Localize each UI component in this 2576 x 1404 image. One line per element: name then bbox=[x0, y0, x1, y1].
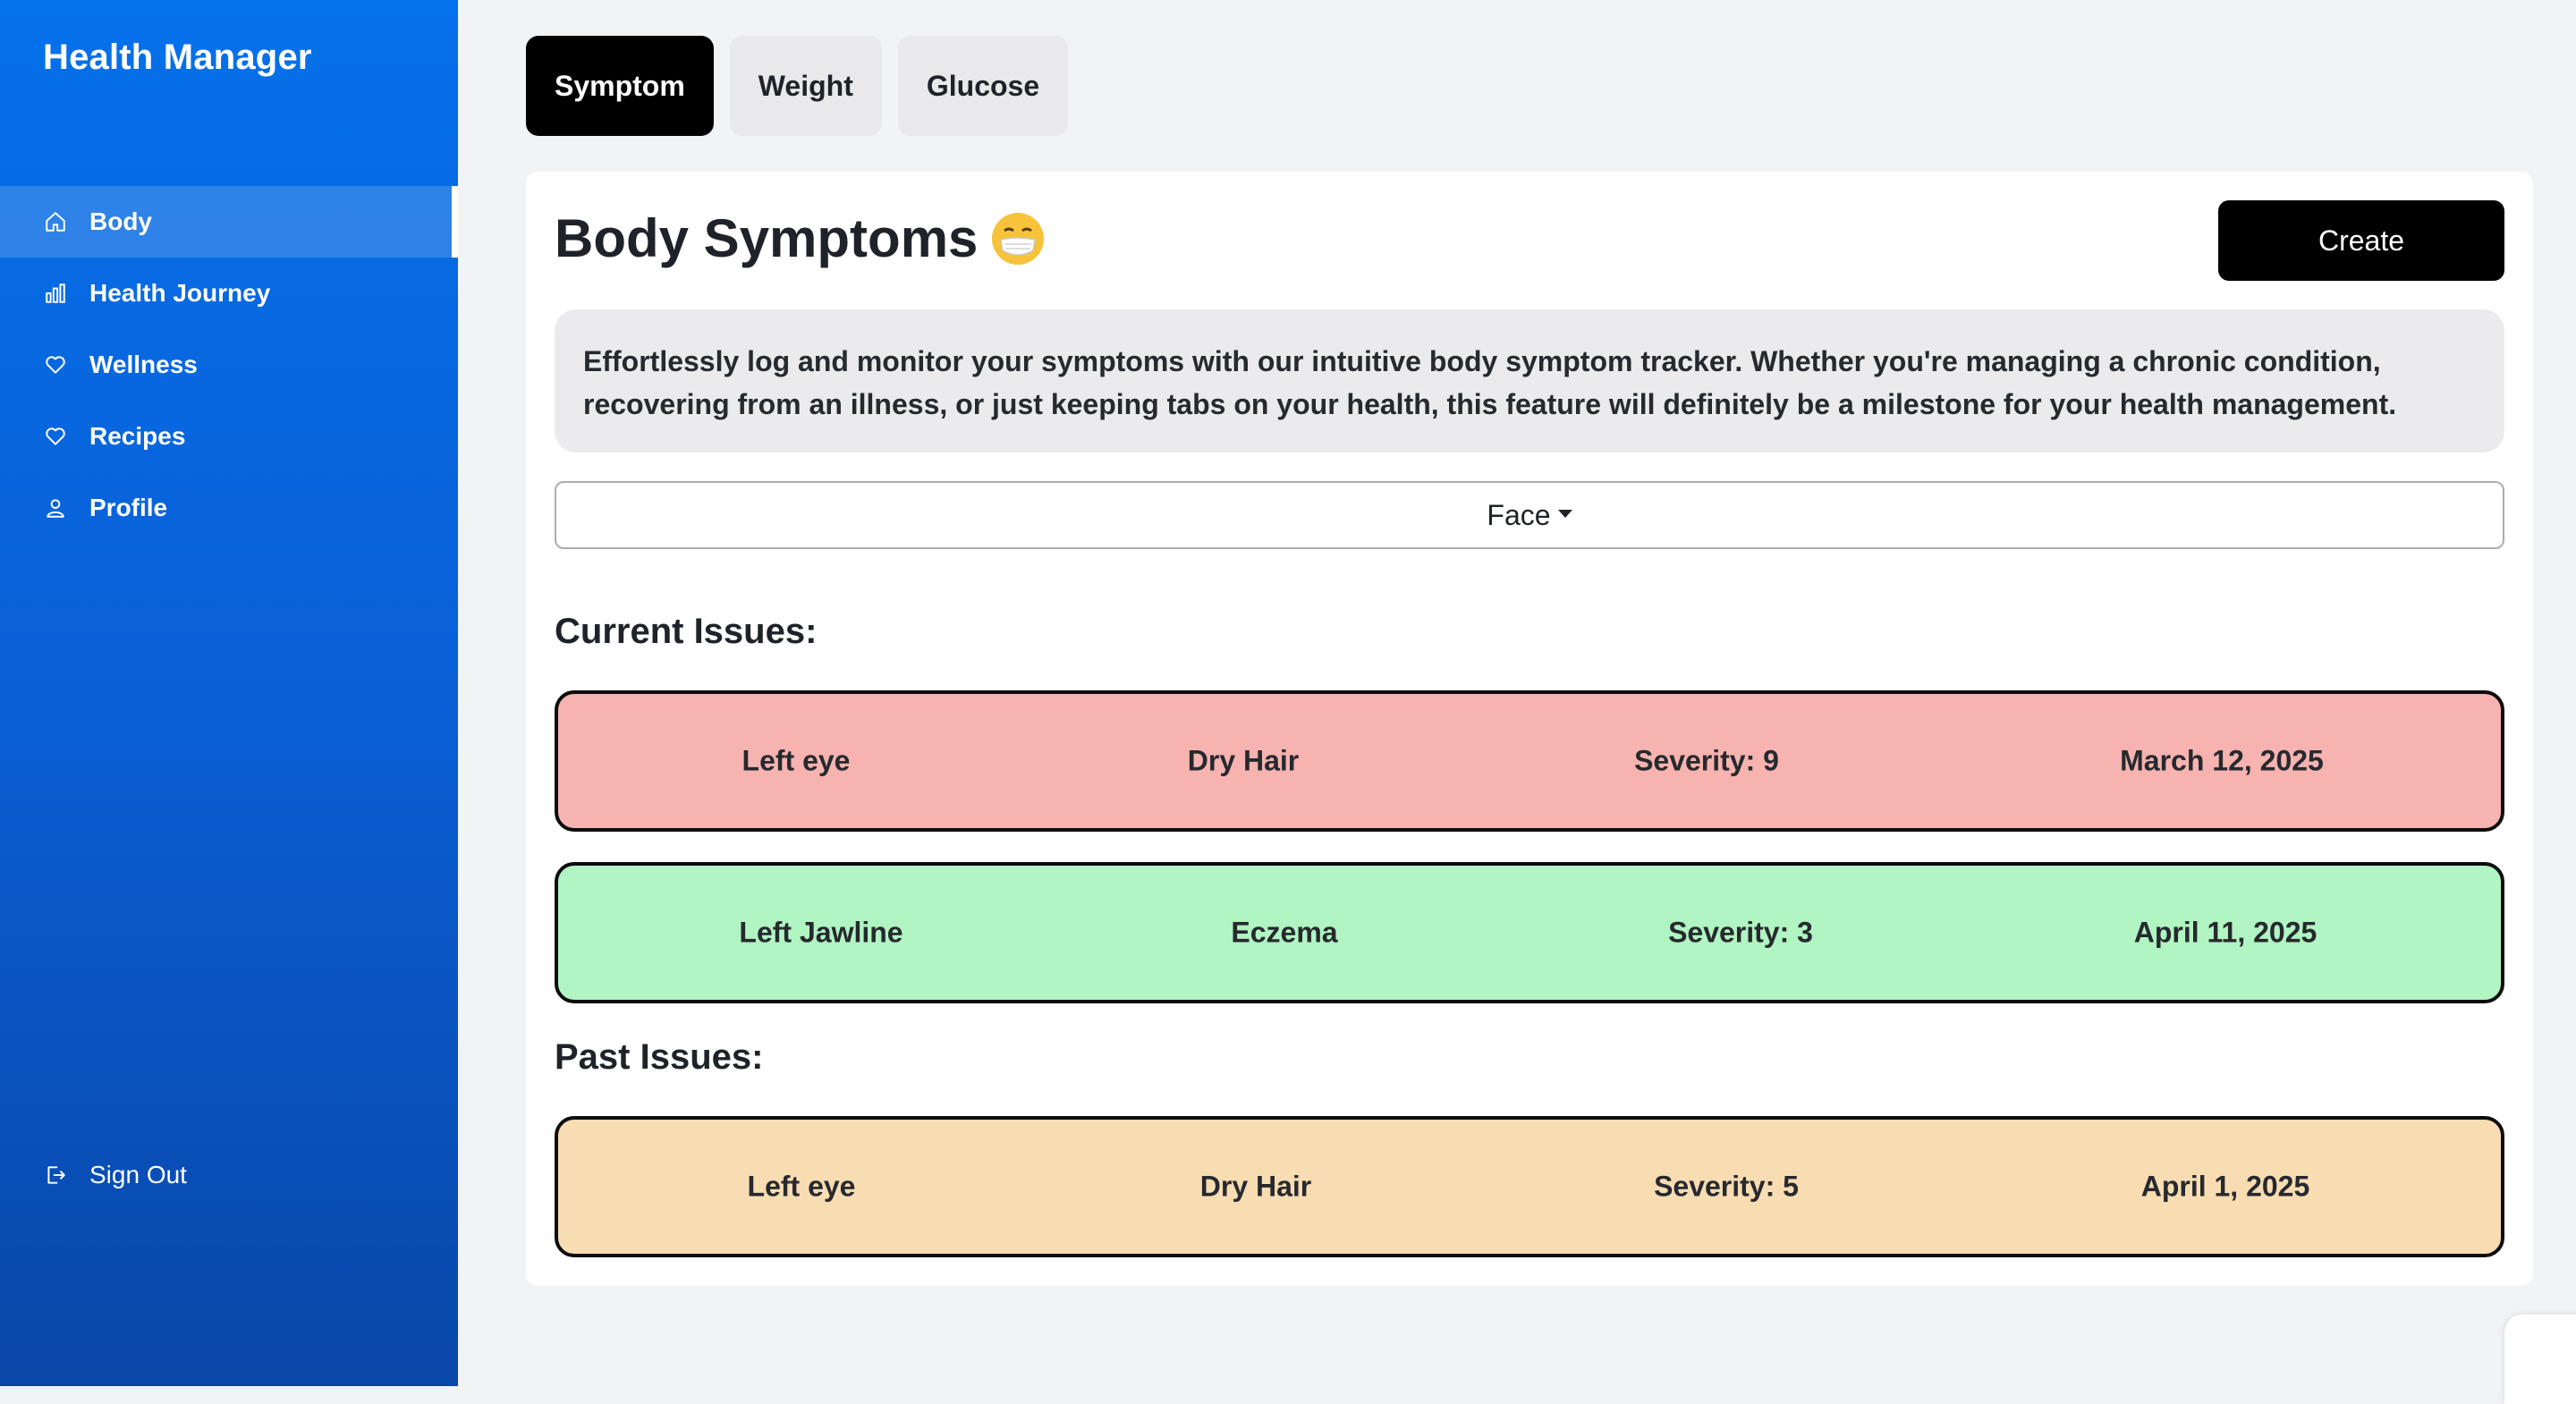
sidebar-item-recipes[interactable]: Recipes bbox=[0, 401, 458, 472]
bar-chart-icon bbox=[43, 281, 68, 306]
sidebar-item-label: Health Journey bbox=[89, 279, 271, 307]
face-with-medical-mask-icon bbox=[992, 212, 1045, 265]
issue-card[interactable]: Left eye Dry Hair Severity: 9 March 12, … bbox=[555, 690, 2504, 832]
heart-icon bbox=[43, 352, 68, 377]
sidebar-item-body[interactable]: Body bbox=[0, 186, 458, 258]
symptoms-card: Body Symptoms Create Effortlessly log an… bbox=[526, 172, 2533, 1286]
issue-card[interactable]: Left eye Dry Hair Severity: 5 April 1, 2… bbox=[555, 1116, 2504, 1257]
issue-date: March 12, 2025 bbox=[2120, 744, 2324, 777]
issue-location: Left eye bbox=[747, 1170, 856, 1203]
current-issues-heading: Current Issues: bbox=[555, 612, 818, 651]
issue-card[interactable]: Left Jawline Eczema Severity: 3 April 11… bbox=[555, 862, 2504, 1003]
create-button[interactable]: Create bbox=[2218, 200, 2504, 281]
home-icon bbox=[43, 209, 68, 234]
body-part-dropdown[interactable]: Face bbox=[555, 481, 2504, 549]
feature-description: Effortlessly log and monitor your sympto… bbox=[555, 309, 2504, 452]
chevron-down-icon bbox=[1557, 509, 1572, 518]
issue-severity: Severity: 3 bbox=[1668, 916, 1813, 949]
sidebar-item-wellness[interactable]: Wellness bbox=[0, 329, 458, 401]
tab-weight[interactable]: Weight bbox=[729, 36, 882, 136]
issue-location: Left Jawline bbox=[739, 916, 903, 949]
sidebar-item-label: Recipes bbox=[89, 422, 186, 450]
issue-symptom: Dry Hair bbox=[1187, 744, 1300, 777]
issue-date: April 11, 2025 bbox=[2133, 916, 2318, 949]
sidebar-item-label: Body bbox=[89, 207, 152, 235]
issue-location: Left eye bbox=[741, 744, 851, 777]
sidebar: Health Manager Body Health Journey Welln… bbox=[0, 0, 458, 1386]
issue-severity: Severity: 9 bbox=[1634, 744, 1779, 777]
sidebar-nav: Body Health Journey Wellness Recipes Pro… bbox=[0, 186, 458, 544]
tab-symptom[interactable]: Symptom bbox=[526, 36, 714, 136]
sign-out-button[interactable]: Sign Out bbox=[43, 1161, 187, 1189]
page-title: Body Symptoms bbox=[555, 207, 1045, 269]
tab-bar: Symptom Weight Glucose bbox=[526, 36, 1069, 136]
issue-date: April 1, 2025 bbox=[2140, 1170, 2310, 1203]
sidebar-item-label: Wellness bbox=[89, 351, 198, 378]
app-title: Health Manager bbox=[43, 38, 312, 77]
sign-out-icon bbox=[43, 1163, 68, 1188]
body-part-selected: Face bbox=[1487, 498, 1551, 531]
user-icon bbox=[43, 495, 68, 520]
issue-severity: Severity: 5 bbox=[1654, 1170, 1799, 1203]
sidebar-item-label: Profile bbox=[89, 494, 168, 521]
issue-symptom: Eczema bbox=[1231, 916, 1338, 949]
heart-icon bbox=[43, 424, 68, 449]
page-title-text: Body Symptoms bbox=[555, 208, 979, 268]
sidebar-item-health-journey[interactable]: Health Journey bbox=[0, 258, 458, 329]
sidebar-item-profile[interactable]: Profile bbox=[0, 472, 458, 544]
issue-symptom: Dry Hair bbox=[1199, 1170, 1312, 1203]
floating-panel-edge[interactable] bbox=[2504, 1315, 2576, 1404]
sign-out-label: Sign Out bbox=[89, 1161, 187, 1188]
tab-glucose[interactable]: Glucose bbox=[897, 36, 1069, 136]
past-issues-heading: Past Issues: bbox=[555, 1037, 764, 1077]
